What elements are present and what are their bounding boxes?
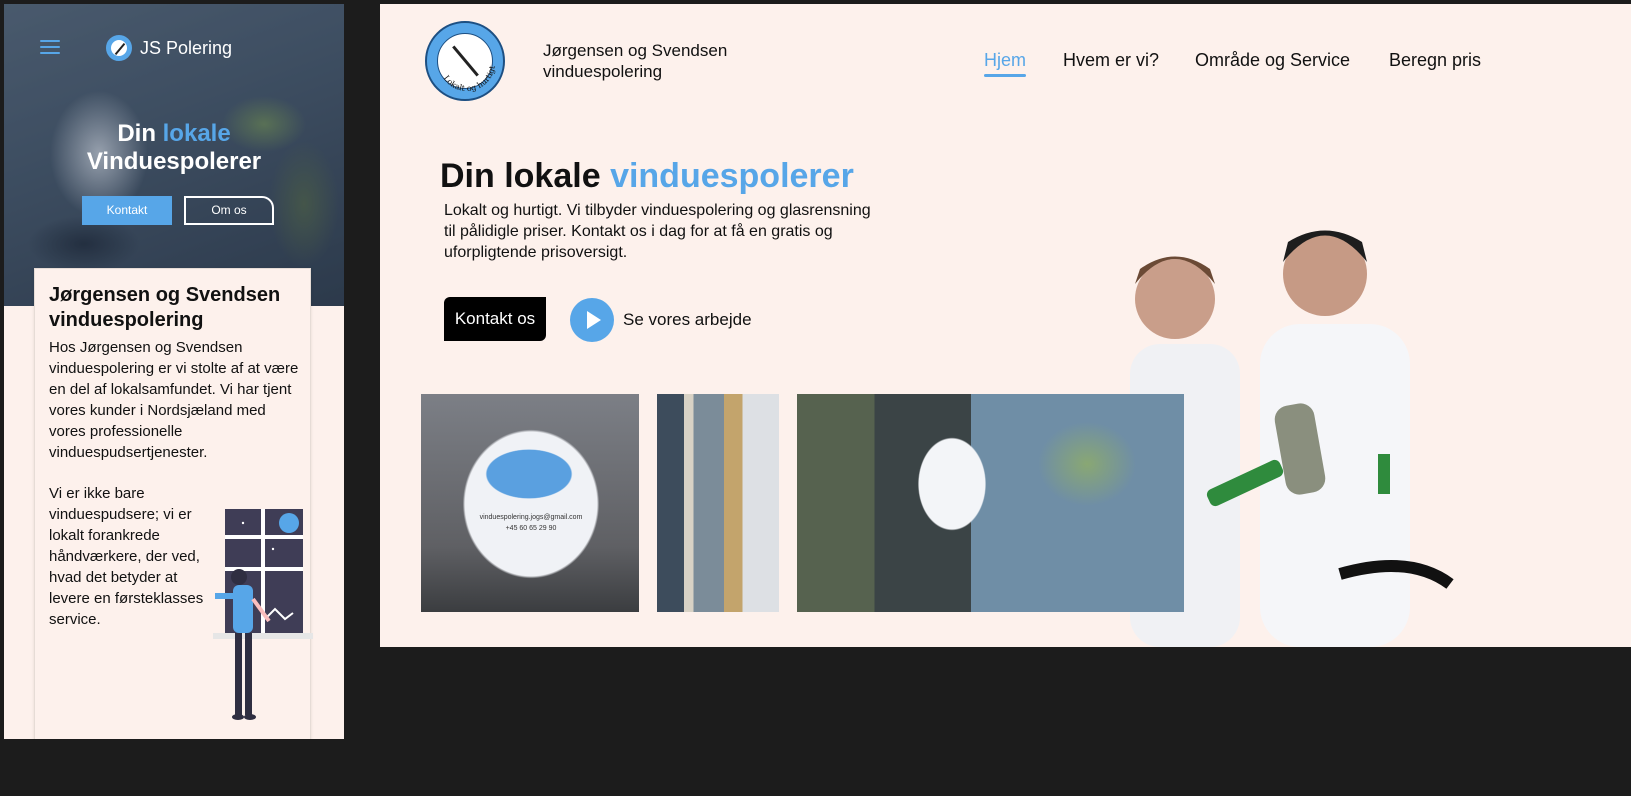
about-card-text: Hos Jørgensen og Svendsen vinduespolerin… xyxy=(49,339,299,461)
shirt-back-photo[interactable]: vinduespolering.jogs@gmail.com +45 60 65… xyxy=(421,394,639,612)
nav-item-beregn-pris[interactable]: Beregn pris xyxy=(1389,50,1481,71)
mobile-brand[interactable]: JS Polering xyxy=(140,38,232,59)
shirt-contact-text: vinduespolering.jogs@gmail.com +45 60 65… xyxy=(479,514,583,532)
mobile-frame: JS Polering Din lokale Vinduespolerer Ko… xyxy=(4,4,344,739)
hero-title: Din lokale vinduespolerer xyxy=(440,157,854,195)
window-cleaner-illustration xyxy=(213,509,313,720)
main-nav: Hjem Hvem er vi? Område og Service Bereg… xyxy=(380,50,1631,80)
about-card-text-secondary: Vi er ikke bare vinduespudsere; vi er lo… xyxy=(49,485,204,628)
se-vores-arbejde-link[interactable]: Se vores arbejde xyxy=(623,310,752,330)
play-icon[interactable] xyxy=(570,298,614,342)
about-card-title: Jørgensen og Svendsen vinduespolering xyxy=(49,284,281,331)
desktop-frame: Lokalt og hurtigt Jørgensen og Svendsen … xyxy=(380,4,1631,647)
kontakt-os-button[interactable]: Kontakt os xyxy=(444,297,546,341)
window-cleaning-photo[interactable] xyxy=(657,394,779,612)
nav-item-hjem[interactable]: Hjem xyxy=(984,50,1027,77)
outdoor-window-photo[interactable] xyxy=(797,394,1184,612)
mobile-om-os-button[interactable]: Om os xyxy=(184,196,274,225)
nav-item-hvem-er-vi[interactable]: Hvem er vi? xyxy=(1063,50,1159,71)
nav-item-omrade-og-service[interactable]: Område og Service xyxy=(1195,50,1350,71)
about-card: Jørgensen og Svendsen vinduespolering Ho… xyxy=(34,268,313,739)
mobile-hero-title: Din lokale Vinduespolerer xyxy=(86,120,262,175)
hamburger-menu-icon[interactable] xyxy=(40,40,60,54)
logo-icon[interactable] xyxy=(106,35,132,61)
mobile-kontakt-button[interactable]: Kontakt xyxy=(82,196,172,225)
hero-subtitle: Lokalt og hurtigt. Vi tilbyder vinduespo… xyxy=(444,202,871,261)
